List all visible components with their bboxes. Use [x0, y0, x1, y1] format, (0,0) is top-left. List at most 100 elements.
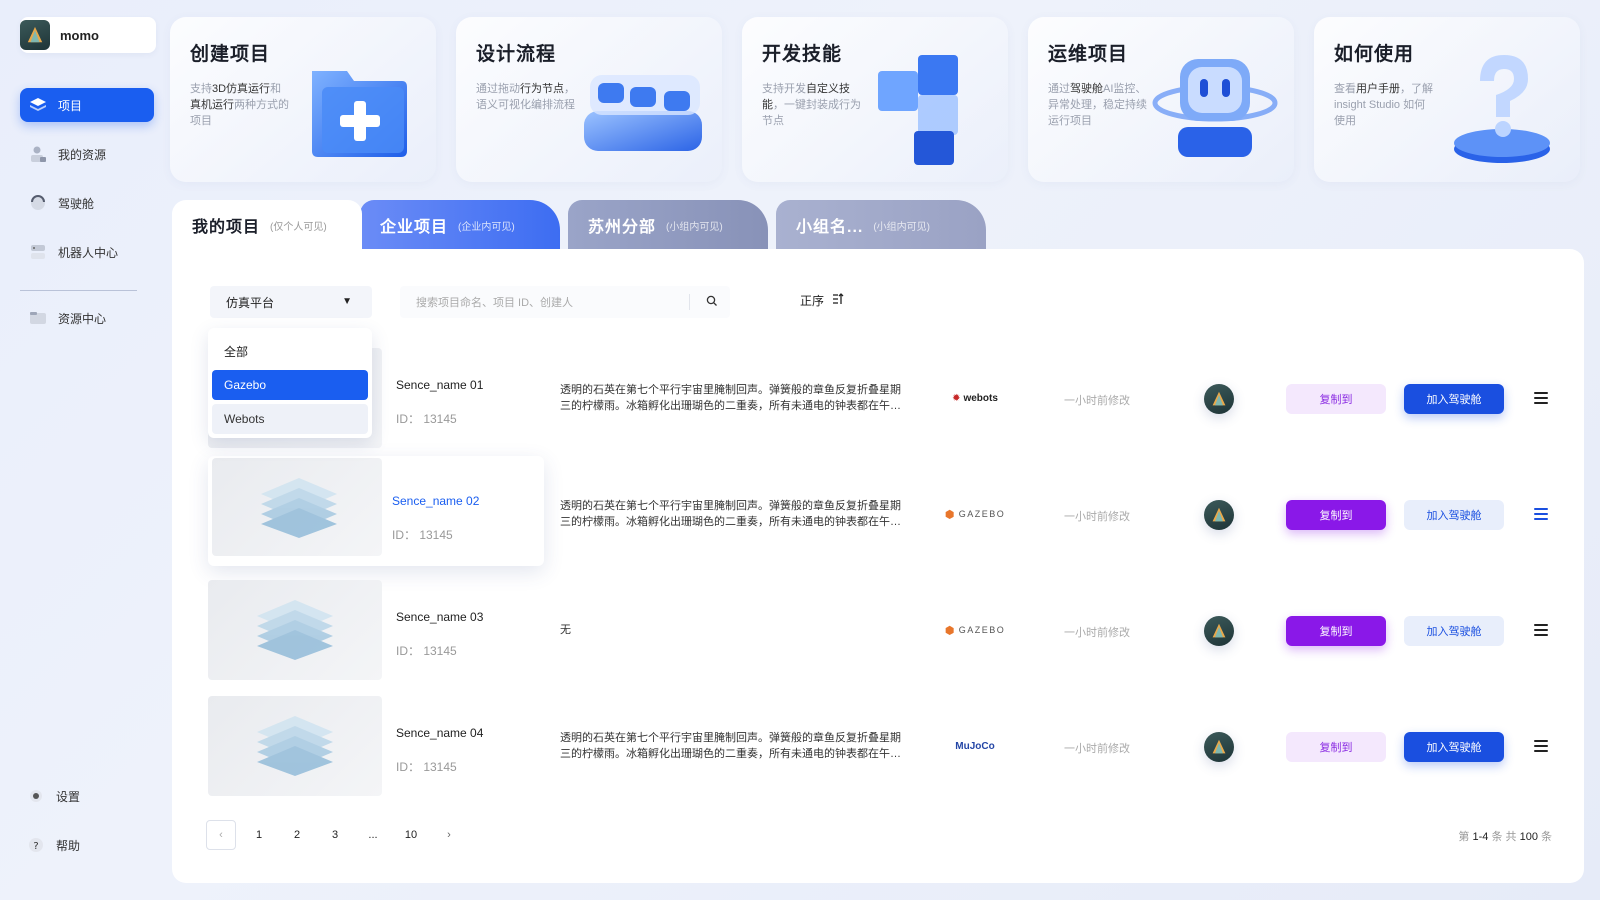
- feature-title: 创建项目: [190, 44, 271, 65]
- sort-toggle[interactable]: 正序: [800, 292, 844, 309]
- user-card[interactable]: momo: [20, 17, 156, 53]
- copy-to-button[interactable]: 复制到: [1286, 384, 1386, 414]
- dropdown-option-all[interactable]: 全部: [212, 336, 368, 366]
- help-label: 帮助: [56, 838, 81, 853]
- feature-title: 运维项目: [1048, 44, 1129, 65]
- page-button[interactable]: 3: [320, 820, 350, 850]
- search-input[interactable]: 搜索项目命名、项目 ID、创建人: [400, 286, 730, 318]
- total-number: 100: [1519, 831, 1538, 843]
- sidebar: momo 项目 我的资源 驾驶舱 机器人中心 资源中心 设置 ? 帮助: [0, 0, 168, 900]
- creator-avatar[interactable]: [1204, 384, 1234, 414]
- dropdown-option-webots[interactable]: Webots: [212, 404, 368, 434]
- creator-avatar[interactable]: [1204, 616, 1234, 646]
- tab-name: 小组名...: [796, 219, 864, 236]
- copy-to-button[interactable]: 复制到: [1286, 616, 1386, 646]
- more-menu-icon[interactable]: [1534, 740, 1548, 752]
- user-name: momo: [60, 27, 99, 43]
- glass-stack-icon: [257, 716, 333, 776]
- scene-thumbnail: [212, 458, 382, 556]
- tab-name: 企业项目: [380, 219, 449, 236]
- scene-name[interactable]: Sence_name 01: [396, 378, 483, 392]
- feature-card-develop-skill[interactable]: 开发技能 支持开发自定义技能，一键封装成行为节点: [742, 17, 1008, 182]
- tab-suzhou-branch[interactable]: 苏州分部 (小组内可见): [568, 200, 768, 250]
- tab-enterprise-projects[interactable]: 企业项目 (企业内可见): [360, 200, 560, 250]
- scene-name[interactable]: Sence_name 03: [396, 610, 483, 624]
- table-row[interactable]: Sence_name 03 ID： 13145 无 ⬢ GAZEBO 一小时前修改…: [172, 580, 1584, 680]
- creator-avatar[interactable]: [1204, 732, 1234, 762]
- feature-card-create-project[interactable]: 创建项目 支持3D仿真运行和真机运行两种方式的项目: [170, 17, 436, 182]
- join-cockpit-button[interactable]: 加入驾驶舱: [1404, 384, 1504, 414]
- platform-select-value: 仿真平台: [226, 295, 275, 310]
- sidebar-item-my-resources[interactable]: 我的资源: [20, 137, 154, 171]
- tab-my-projects[interactable]: 我的项目 (仅个人可见): [172, 200, 362, 250]
- more-menu-icon[interactable]: [1534, 508, 1548, 520]
- search-icon[interactable]: [706, 295, 718, 310]
- page-button[interactable]: 10: [396, 820, 426, 850]
- feature-card-design-flow[interactable]: 设计流程 通过拖动行为节点，语义可视化编排流程: [456, 17, 722, 182]
- feature-title: 开发技能: [762, 44, 843, 65]
- scene-description: 透明的石英在第七个平行宇宙里腌制回声。弹簧般的章鱼反复折叠星期三的柠檬雨。冰箱孵…: [560, 500, 901, 528]
- scene-description: 无: [560, 624, 571, 636]
- help-link[interactable]: ? 帮助: [26, 835, 80, 855]
- modified-time: 一小时前修改: [1064, 511, 1130, 523]
- more-menu-icon[interactable]: [1534, 624, 1548, 636]
- scene-name[interactable]: Sence_name 04: [396, 726, 483, 740]
- mountain-logo-icon: [1212, 739, 1226, 754]
- scene-description: 透明的石英在第七个平行宇宙里腌制回声。弹簧般的章鱼反复折叠星期三的柠檬雨。冰箱孵…: [560, 732, 901, 760]
- tab-group[interactable]: 小组名... (小组内可见): [776, 200, 986, 250]
- join-cockpit-button[interactable]: 加入驾驶舱: [1404, 616, 1504, 646]
- next-page-button[interactable]: ›: [434, 820, 464, 850]
- flow-blocks-icon: [584, 75, 702, 151]
- table-row[interactable]: Sence_name 02 ID： 13145 透明的石英在第七个平行宇宙里腌制…: [172, 456, 1584, 566]
- page-ellipsis: ...: [368, 829, 378, 841]
- settings-link[interactable]: 设置: [26, 786, 80, 806]
- modified-time: 一小时前修改: [1064, 395, 1130, 407]
- platform-dropdown-menu: 全部 Gazebo Webots: [208, 328, 372, 438]
- page-button[interactable]: 2: [282, 820, 312, 850]
- feature-card-how-to-use[interactable]: 如何使用 查看用户手册，了解 insight Studio 如何使用: [1314, 17, 1580, 182]
- scene-description: 透明的石英在第七个平行宇宙里腌制回声。弹簧般的章鱼反复折叠星期三的柠檬雨。冰箱孵…: [560, 384, 901, 412]
- scene-id: ID： 13145: [396, 644, 457, 658]
- sort-icon: [832, 293, 844, 308]
- server-icon: [28, 242, 48, 262]
- copy-to-button[interactable]: 复制到: [1286, 732, 1386, 762]
- glass-stack-icon: [257, 600, 333, 660]
- user-avatar: [20, 20, 50, 50]
- feature-card-operate-project[interactable]: 运维项目 通过驾驶舱AI监控、异常处理，稳定持续运行项目: [1028, 17, 1294, 182]
- platform-name: webots: [963, 392, 998, 404]
- copy-to-button[interactable]: 复制到: [1286, 500, 1386, 530]
- sidebar-divider: [20, 290, 137, 291]
- sidebar-item-projects[interactable]: 项目: [20, 88, 154, 122]
- join-cockpit-button[interactable]: 加入驾驶舱: [1404, 732, 1504, 762]
- help-icon: ?: [26, 835, 46, 855]
- webots-bug-icon: ✹: [952, 392, 961, 404]
- table-row[interactable]: Sence_name 01 ID： 13145 透明的石英在第七个平行宇宙里腌制…: [172, 348, 1584, 448]
- prev-page-button[interactable]: ‹: [206, 820, 236, 850]
- sidebar-item-cockpit[interactable]: 驾驶舱: [20, 186, 154, 220]
- table-row[interactable]: Sence_name 04 ID： 13145 透明的石英在第七个平行宇宙里腌制…: [172, 696, 1584, 796]
- scene-id: ID： 13145: [396, 412, 457, 426]
- gear-icon: [26, 786, 46, 806]
- join-cockpit-button[interactable]: 加入驾驶舱: [1404, 500, 1504, 530]
- sidebar-item-robot-center[interactable]: 机器人中心: [20, 235, 154, 269]
- scene-id: ID： 13145: [396, 760, 457, 774]
- mountain-logo-icon: [27, 26, 43, 43]
- sidebar-item-resource-center[interactable]: 资源中心: [20, 301, 154, 335]
- mountain-logo-icon: [1212, 623, 1226, 638]
- total-suffix: 条: [1541, 831, 1552, 843]
- feature-desc: 支持3D仿真运行和真机运行两种方式的项目: [190, 83, 289, 127]
- platform-select[interactable]: 仿真平台 ▼: [210, 286, 372, 318]
- platform-name: GAZEBO: [958, 625, 1006, 635]
- feature-desc: 通过拖动行为节点，语义可视化编排流程: [476, 83, 575, 111]
- total-prefix: 第: [1458, 831, 1470, 843]
- gazebo-cube-icon: ⬢: [944, 624, 956, 637]
- mountain-logo-icon: [1212, 391, 1226, 406]
- layers-icon: [28, 95, 48, 115]
- scene-name[interactable]: Sence_name 02: [392, 494, 479, 508]
- creator-avatar[interactable]: [1204, 500, 1234, 530]
- platform-logo-gazebo: ⬢ GAZEBO: [940, 620, 1010, 640]
- more-menu-icon[interactable]: [1534, 392, 1548, 404]
- dropdown-option-gazebo[interactable]: Gazebo: [212, 370, 368, 400]
- user-resource-icon: [28, 144, 48, 164]
- page-button[interactable]: 1: [244, 820, 274, 850]
